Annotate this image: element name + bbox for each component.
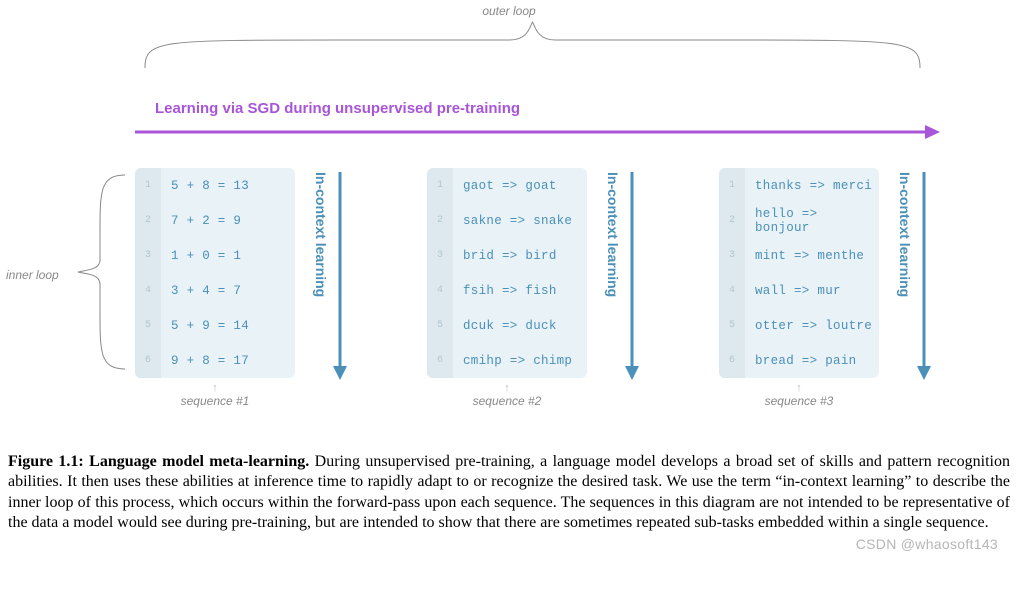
row-value: 7 + 2 = 9 <box>161 214 295 228</box>
in-context-arrow: In-context learning <box>605 168 645 378</box>
row-value: fsih => fish <box>453 284 587 298</box>
row-value: 3 + 4 = 7 <box>161 284 295 298</box>
sequence-caption: sequence #3 <box>719 394 879 408</box>
example-row: 1thanks => merci <box>719 168 879 203</box>
example-row: 55 + 9 = 14 <box>135 308 295 343</box>
example-row: 2hello => bonjour <box>719 203 879 238</box>
example-row: 5dcuk => duck <box>427 308 587 343</box>
row-value: sakne => snake <box>453 214 587 228</box>
example-row: 4fsih => fish <box>427 273 587 308</box>
row-value: otter => loutre <box>745 319 879 333</box>
row-index: 1 <box>427 168 453 203</box>
row-value: wall => mur <box>745 284 879 298</box>
sequence-caption: sequence #1 <box>135 394 295 408</box>
row-index: 2 <box>135 203 161 238</box>
row-index: 3 <box>135 238 161 273</box>
figure-caption: Figure 1.1: Language model meta-learning… <box>8 452 1010 534</box>
row-value: 5 + 8 = 13 <box>161 179 295 193</box>
row-index: 4 <box>719 273 745 308</box>
row-index: 6 <box>719 343 745 378</box>
example-row: 43 + 4 = 7 <box>135 273 295 308</box>
inner-loop-label: inner loop <box>6 268 59 282</box>
row-index: 6 <box>427 343 453 378</box>
row-value: bread => pain <box>745 354 879 368</box>
row-index: 1 <box>135 168 161 203</box>
in-context-label: In-context learning <box>897 168 916 297</box>
row-index: 4 <box>427 273 453 308</box>
sequence-caption: sequence #2 <box>427 394 587 408</box>
sequences-container: 15 + 8 = 13 27 + 2 = 9 31 + 0 = 1 43 + 4… <box>135 168 951 408</box>
figure-diagram: outer loop Learning via SGD during unsup… <box>0 0 1018 450</box>
row-value: gaot => goat <box>453 179 587 193</box>
example-row: 5otter => loutre <box>719 308 879 343</box>
example-row: 4wall => mur <box>719 273 879 308</box>
row-value: 9 + 8 = 17 <box>161 354 295 368</box>
up-arrow-icon: ↑ <box>135 384 295 392</box>
sequence-block-3: 1thanks => merci 2hello => bonjour 3mint… <box>719 168 951 408</box>
example-row: 6bread => pain <box>719 343 879 378</box>
sequence-card: 1gaot => goat 2sakne => snake 3brid => b… <box>427 168 587 378</box>
in-context-label: In-context learning <box>313 168 332 297</box>
outer-loop-label: outer loop <box>482 4 535 18</box>
up-arrow-icon: ↑ <box>719 384 879 392</box>
example-row: 2sakne => snake <box>427 203 587 238</box>
row-value: 5 + 9 = 14 <box>161 319 295 333</box>
figure-caption-lead: Figure 1.1: Language model meta-learning… <box>8 453 309 470</box>
row-index: 2 <box>427 203 453 238</box>
row-value: dcuk => duck <box>453 319 587 333</box>
row-index: 3 <box>719 238 745 273</box>
example-row: 3mint => menthe <box>719 238 879 273</box>
in-context-arrow: In-context learning <box>313 168 353 378</box>
sequence-block-1: 15 + 8 = 13 27 + 2 = 9 31 + 0 = 1 43 + 4… <box>135 168 367 408</box>
in-context-label: In-context learning <box>605 168 624 297</box>
inner-loop-brace <box>70 172 130 372</box>
sequence-card: 15 + 8 = 13 27 + 2 = 9 31 + 0 = 1 43 + 4… <box>135 168 295 378</box>
example-row: 69 + 8 = 17 <box>135 343 295 378</box>
row-index: 5 <box>427 308 453 343</box>
row-value: thanks => merci <box>745 179 879 193</box>
row-value: brid => bird <box>453 249 587 263</box>
row-index: 2 <box>719 203 745 238</box>
example-row: 6cmihp => chimp <box>427 343 587 378</box>
up-arrow-icon: ↑ <box>427 384 587 392</box>
in-context-arrow: In-context learning <box>897 168 937 378</box>
sequence-card: 1thanks => merci 2hello => bonjour 3mint… <box>719 168 879 378</box>
row-value: hello => bonjour <box>745 207 879 235</box>
row-index: 6 <box>135 343 161 378</box>
outer-loop-brace <box>140 20 925 70</box>
row-index: 3 <box>427 238 453 273</box>
row-index: 1 <box>719 168 745 203</box>
example-row: 3brid => bird <box>427 238 587 273</box>
row-value: cmihp => chimp <box>453 354 587 368</box>
sequence-caption-wrap: ↑ sequence #2 <box>427 384 587 408</box>
row-index: 4 <box>135 273 161 308</box>
example-row: 31 + 0 = 1 <box>135 238 295 273</box>
row-index: 5 <box>719 308 745 343</box>
row-value: mint => menthe <box>745 249 879 263</box>
row-index: 5 <box>135 308 161 343</box>
sequence-caption-wrap: ↑ sequence #1 <box>135 384 295 408</box>
example-row: 1gaot => goat <box>427 168 587 203</box>
sequence-caption-wrap: ↑ sequence #3 <box>719 384 879 408</box>
example-row: 15 + 8 = 13 <box>135 168 295 203</box>
row-value: 1 + 0 = 1 <box>161 249 295 263</box>
watermark: CSDN @whaosoft143 <box>856 536 998 552</box>
sequence-block-2: 1gaot => goat 2sakne => snake 3brid => b… <box>427 168 659 408</box>
sgd-arrow <box>135 125 935 140</box>
sgd-training-label: Learning via SGD during unsupervised pre… <box>155 100 520 117</box>
example-row: 27 + 2 = 9 <box>135 203 295 238</box>
